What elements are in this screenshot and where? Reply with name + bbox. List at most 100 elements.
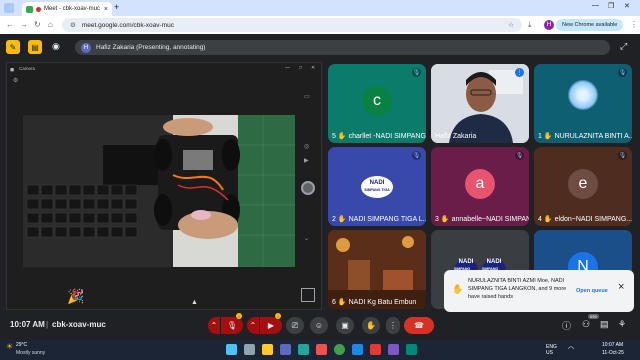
recording-dot-icon <box>36 6 41 12</box>
camera-options-chevron-icon[interactable]: ⌃ <box>247 317 259 334</box>
time-separator: | <box>46 320 49 329</box>
chrome-icon[interactable] <box>334 344 345 355</box>
emoji-icon: ☺ <box>314 321 324 330</box>
participant-tile[interactable]: c 🎙 5 ✋ charllet -NADI SIMPANG... <box>328 64 426 143</box>
mic-muted-icon: 🎙 <box>412 151 421 160</box>
url-text: meet.google.com/cbk-xoav-muc <box>81 21 174 29</box>
clock-date[interactable]: 11-Oct-25 <box>602 350 624 356</box>
people-icon[interactable]: ⚇ <box>582 319 590 330</box>
taskbar-search-icon[interactable] <box>244 344 255 355</box>
back-icon[interactable]: ← <box>6 20 14 29</box>
menu-dots-icon[interactable]: ⋮ <box>630 20 638 29</box>
annotate-pen-icon[interactable]: ✎ <box>6 40 20 54</box>
tab-search-icon[interactable] <box>4 3 14 13</box>
participant-tile[interactable]: a 🎙 3✋annabelle~NADI SIMPANG... <box>431 147 529 226</box>
camera-minimize-icon[interactable]: — <box>285 65 290 71</box>
clock-time[interactable]: 10:07 AM <box>602 342 623 348</box>
reactions-button[interactable]: ☺ <box>310 317 328 334</box>
video-mode-icon[interactable]: ▶ <box>304 157 309 164</box>
new-tab-button[interactable]: + <box>114 2 119 12</box>
camera-window-title: Camera <box>19 66 36 71</box>
chat-icon[interactable]: ▤ <box>600 319 609 330</box>
weather-sun-icon: ☀ <box>6 342 14 351</box>
windows-taskbar: ☀ 29°C Mostly sunny ENG US ◠ 10:07 AM 11… <box>0 340 640 360</box>
wifi-icon[interactable]: ◠ <box>568 345 574 353</box>
eye-icon[interactable]: ◉ <box>52 41 60 52</box>
photo-mode-icon[interactable]: ◎ <box>304 143 309 150</box>
present-icon: ⎚ <box>291 320 299 330</box>
participant-name: annabelle~NADI SIMPANG... <box>451 215 529 223</box>
edge-icon[interactable] <box>298 344 309 355</box>
download-icon[interactable]: ⤓ <box>528 20 532 30</box>
participant-name: NURULAZNITA BINTI A... <box>554 132 632 140</box>
windows-start-icon[interactable] <box>226 344 237 355</box>
mic-off-button[interactable]: 🎙 <box>221 317 243 334</box>
leave-call-button[interactable]: ☎ <box>404 317 434 334</box>
participant-tile-number: 3 <box>435 215 439 223</box>
meeting-info-icon[interactable]: ⓘ <box>562 319 571 332</box>
activities-icon[interactable]: ⚘ <box>618 319 626 330</box>
minimize-icon[interactable]: — <box>592 2 599 9</box>
expand-icon[interactable]: ⤢ <box>620 41 627 52</box>
mic-muted-icon: 🎙 <box>515 151 524 160</box>
camera-off-button[interactable]: ▶ <box>260 317 282 334</box>
participant-tile-number: 5 <box>332 132 336 140</box>
participant-tile-number: 4 <box>538 215 542 223</box>
maximize-icon[interactable]: ❐ <box>608 2 614 10</box>
more-dots-icon: ⋮ <box>389 321 397 330</box>
gallery-thumbnail[interactable] <box>301 288 315 302</box>
captions-button[interactable]: ▣ <box>336 317 354 334</box>
tab-close-icon[interactable]: × <box>104 6 108 13</box>
window-close-icon[interactable]: ✕ <box>624 2 630 10</box>
taskbar-app2-icon[interactable] <box>406 344 417 355</box>
participant-tile[interactable]: e 🎙 4 ✋ eldon~NADI SIMPANG... <box>534 147 632 226</box>
shutter-button[interactable] <box>301 181 315 195</box>
present-screen-button[interactable]: ⎚ <box>286 317 304 334</box>
annotate-tools-icon[interactable]: ▤ <box>28 40 42 54</box>
browser-tab-meet[interactable]: Meet - cbk-xoav-muc × <box>22 2 112 16</box>
hand-raised-icon: ✋ <box>543 133 553 140</box>
captions-icon: ▣ <box>341 321 349 330</box>
more-options-button[interactable]: ⋮ <box>386 317 400 334</box>
bookmark-star-icon[interactable]: ☆ <box>508 21 514 29</box>
word-icon[interactable] <box>352 344 363 355</box>
forward-icon[interactable]: → <box>20 20 28 29</box>
mic-options-chevron-icon[interactable]: ⌃ <box>208 317 220 334</box>
camera-close-icon[interactable]: ✕ <box>311 65 315 71</box>
presenter-pill: H Hafiz Zakaria (Presenting, annotating) <box>75 40 610 55</box>
camera-maximize-icon[interactable]: □ <box>299 65 302 71</box>
weather-temp: 29°C <box>16 342 28 348</box>
taskbar-app-icon[interactable] <box>280 344 291 355</box>
participant-tile[interactable]: ⋮ Hafiz Zakaria <box>431 64 529 143</box>
site-info-icon[interactable]: ⚙ <box>70 21 76 29</box>
reload-icon[interactable]: ↻ <box>34 20 41 29</box>
open-queue-button[interactable]: Open queue <box>576 287 608 295</box>
meet-favicon-icon <box>26 5 33 13</box>
participant-tile[interactable]: 6 ✋ NADI Kg Batu Embun <box>328 230 426 309</box>
camera-settings-icon[interactable]: ⚙ <box>13 77 18 84</box>
hand-raised-icon: ✋ <box>543 216 553 223</box>
participant-tile[interactable]: NADI SIMPANG TIGA 🎙 2 ✋ NADI SIMPANG TIGA L..… <box>328 147 426 226</box>
raised-hands-toast: ✋ NURULAZNITA BINTI AZMI Moe, NADI SIMPA… <box>444 270 634 312</box>
participant-name-label: Hafiz Zakaria <box>435 133 476 140</box>
hand-raised-icon: ✋ <box>337 216 347 223</box>
store-icon[interactable] <box>316 344 327 355</box>
raised-hand-icon: ✋ <box>452 284 464 294</box>
camera-app-icon: ◼ <box>10 67 15 73</box>
powerpoint-icon[interactable] <box>370 344 381 355</box>
teams-icon[interactable] <box>388 344 399 355</box>
profile-avatar[interactable]: H <box>544 20 554 30</box>
toast-close-icon[interactable]: × <box>618 282 624 293</box>
keyboard-language[interactable]: ENG US <box>546 344 564 356</box>
mic-off-icon: 🎙 <box>226 321 238 330</box>
raise-hand-button[interactable]: ✋ <box>362 317 380 334</box>
camera-toggle-icon[interactable]: ▭ <box>304 93 310 100</box>
participant-tile[interactable]: 🎙 1 ✋ NURULAZNITA BINTI A... <box>534 64 632 143</box>
home-icon[interactable]: ⌂ <box>48 20 53 29</box>
chevron-down-icon[interactable]: ⌄ <box>304 235 309 242</box>
file-explorer-icon[interactable] <box>262 344 273 355</box>
url-field[interactable]: ⚙ meet.google.com/cbk-xoav-muc ☆ <box>62 18 522 32</box>
participant-name-label: 6 ✋ NADI Kg Batu Embun <box>332 298 416 307</box>
tab-title: Meet - cbk-xoav-muc <box>44 6 101 12</box>
chrome-update-button[interactable]: New Chrome available <box>556 19 624 31</box>
